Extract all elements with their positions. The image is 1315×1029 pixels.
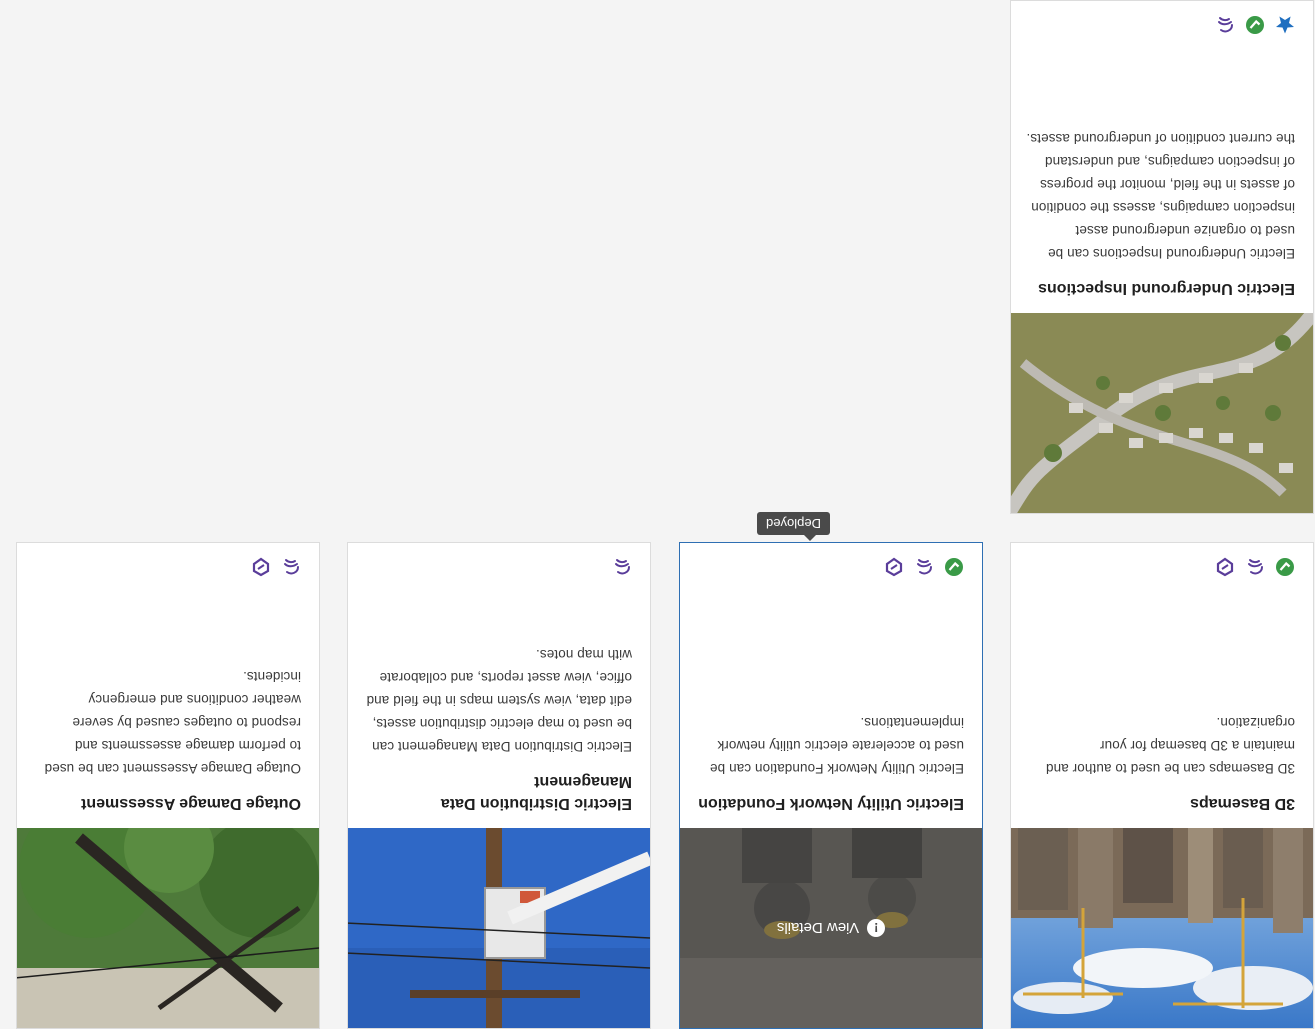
card-title[interactable]: Electric Distribution Data Management	[362, 770, 632, 814]
city-construction-image	[1011, 828, 1313, 1028]
card-hover-overlay[interactable]: ! View Details	[680, 828, 982, 1028]
solution-card-electric-distribution-data-management[interactable]: Electric Distribution Data Management El…	[347, 542, 651, 1029]
card-description: Electric Utility Network Foundation can …	[709, 715, 964, 776]
card-title[interactable]: Outage Damage Assessment	[31, 792, 301, 814]
shield-badge-icon[interactable]	[884, 557, 904, 577]
card-thumbnail	[1011, 828, 1313, 1028]
shield-badge-icon[interactable]	[251, 557, 271, 577]
card-thumbnail	[1011, 313, 1313, 513]
view-details-button[interactable]: ! View Details	[776, 919, 886, 937]
card-description: Outage Damage Assessment can be used to …	[44, 669, 301, 776]
hand-stroke-icon[interactable]	[1245, 557, 1265, 577]
deployed-tooltip: Deployed	[757, 512, 830, 535]
deployed-check-icon[interactable]	[944, 557, 964, 577]
card-body: Electric Underground Inspections Electri…	[1011, 127, 1313, 313]
view-details-label: View Details	[776, 919, 860, 937]
card-body: Electric Distribution Data Management El…	[348, 643, 650, 828]
power-line-worker-image	[348, 828, 650, 1028]
shield-badge-icon[interactable]	[1215, 557, 1235, 577]
card-icons	[884, 557, 964, 577]
solution-card-electric-underground-inspections[interactable]: Electric Underground Inspections Electri…	[1010, 0, 1314, 514]
card-description: Electric Underground Inspections can be …	[1026, 131, 1295, 261]
hand-stroke-icon[interactable]	[1215, 15, 1235, 35]
card-thumbnail	[17, 828, 319, 1028]
card-body: Outage Damage Assessment Outage Damage A…	[17, 665, 319, 828]
solution-card-outage-damage-assessment[interactable]: Outage Damage Assessment Outage Damage A…	[16, 542, 320, 1029]
card-icons	[1215, 15, 1295, 35]
solution-card-3d-basemaps[interactable]: 3D Basemaps 3D Basemaps can be used to a…	[1010, 542, 1314, 1029]
card-body: 3D Basemaps 3D Basemaps can be used to a…	[1011, 711, 1313, 828]
card-icons	[1215, 557, 1295, 577]
hand-stroke-icon[interactable]	[914, 557, 934, 577]
card-icons	[251, 557, 301, 577]
card-thumbnail: ! View Details	[680, 828, 982, 1028]
card-body: Electric Utility Network Foundation Elec…	[680, 711, 982, 828]
card-thumbnail	[348, 828, 650, 1028]
card-icons	[612, 557, 632, 577]
solutions-gallery: 3D Basemaps 3D Basemaps can be used to a…	[0, 0, 1315, 1029]
card-title[interactable]: Electric Underground Inspections	[1025, 277, 1295, 299]
info-icon: !	[867, 919, 886, 937]
deployed-check-icon[interactable]	[1275, 557, 1295, 577]
deployed-check-icon[interactable]	[1245, 15, 1265, 35]
hand-stroke-icon[interactable]	[281, 557, 301, 577]
card-description: 3D Basemaps can be used to author and ma…	[1045, 715, 1295, 776]
fallen-tree-image	[17, 828, 319, 1028]
solution-card-electric-utility-network-foundation[interactable]: ! View Details Electric Utility Network …	[679, 512, 983, 1029]
card-description: Electric Distribution Data Management ca…	[366, 647, 632, 754]
aerial-neighborhood-image	[1011, 313, 1313, 513]
card-title[interactable]: 3D Basemaps	[1025, 792, 1295, 814]
card-title[interactable]: Electric Utility Network Foundation	[694, 792, 964, 814]
hand-stroke-icon[interactable]	[612, 557, 632, 577]
favorite-star-icon[interactable]	[1275, 15, 1295, 35]
